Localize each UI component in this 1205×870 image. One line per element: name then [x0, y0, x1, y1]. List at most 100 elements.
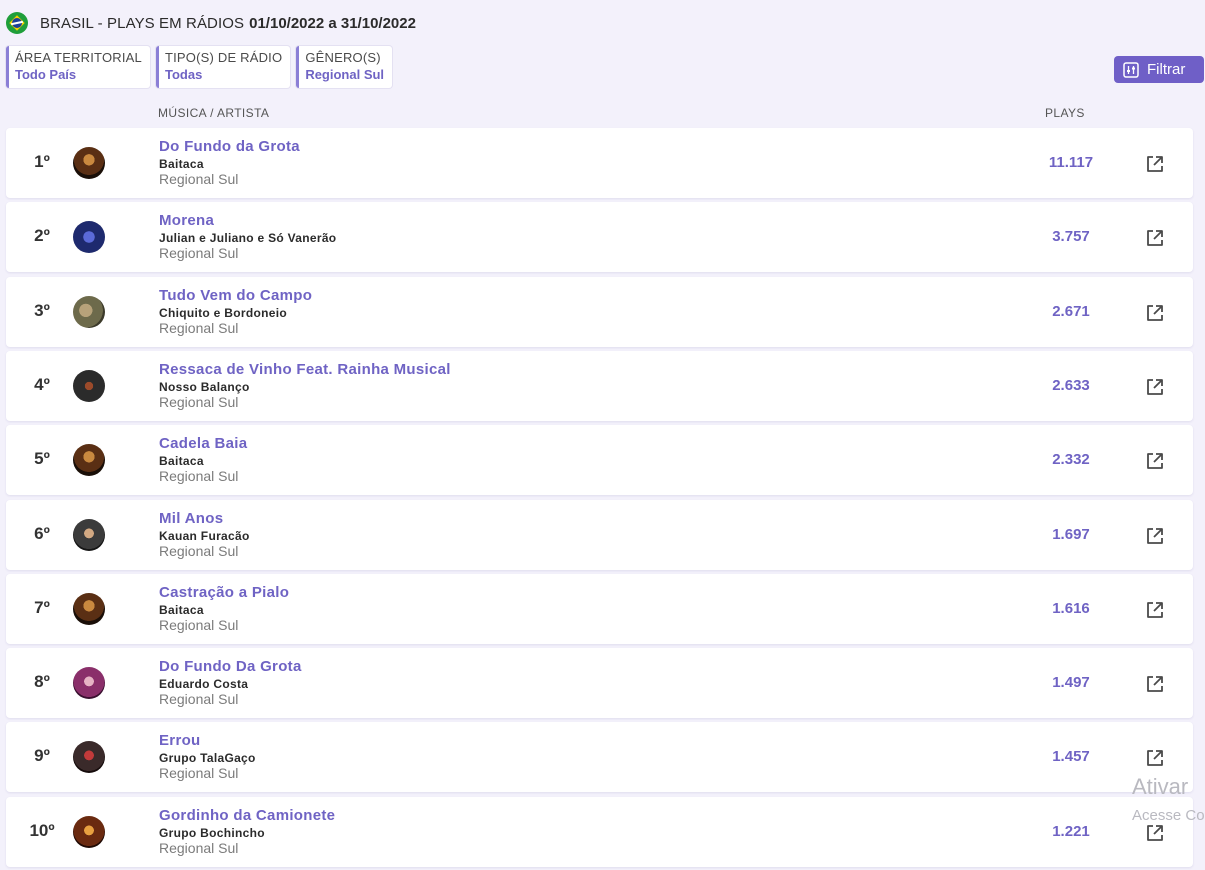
plays-count: 1.497: [1052, 674, 1090, 691]
filter-radio-type[interactable]: TIPO(S) DE RÁDIO Todas: [155, 46, 291, 88]
artist-avatar: [73, 370, 105, 402]
page-title: BRASIL - PLAYS EM RÁDIOS: [40, 14, 245, 32]
filter-label: TIPO(S) DE RÁDIO: [164, 50, 283, 65]
rank: 8º: [34, 672, 50, 691]
filter-value: Regional Sul: [305, 67, 385, 82]
song-title[interactable]: Castração a Pialo: [159, 584, 289, 601]
plays-count: 1.697: [1052, 526, 1090, 543]
artist-name: Chiquito e Bordoneio: [159, 306, 287, 320]
filter-bar: ÁREA TERRITORIAL Todo País TIPO(S) DE RÁ…: [6, 46, 393, 88]
windows-activation-watermark-sub: Acesse Co: [1132, 807, 1205, 824]
artist-name: Nosso Balanço: [159, 380, 250, 394]
genre-label: Regional Sul: [159, 765, 239, 781]
filter-button-label: Filtrar: [1147, 61, 1186, 78]
genre-label: Regional Sul: [159, 840, 239, 856]
plays-count: 2.633: [1052, 377, 1090, 394]
column-header-plays: PLAYS: [1045, 106, 1085, 120]
artist-name: Kauan Furacão: [159, 529, 250, 543]
song-title[interactable]: Cadela Baia: [159, 435, 247, 452]
song-title[interactable]: Do Fundo Da Grota: [159, 658, 302, 675]
date-range: 01/10/2022 a 31/10/2022: [249, 14, 416, 32]
genre-label: Regional Sul: [159, 617, 239, 633]
song-title[interactable]: Gordinho da Camionete: [159, 807, 335, 824]
artist-name: Julian e Juliano e Só Vanerão: [159, 231, 337, 245]
artist-avatar: [73, 444, 105, 476]
rank: 10º: [29, 821, 55, 840]
genre-label: Regional Sul: [159, 468, 239, 484]
external-link-icon[interactable]: [1145, 154, 1165, 174]
artist-avatar: [73, 741, 105, 773]
plays-count: 1.457: [1052, 748, 1090, 765]
rank: 4º: [34, 375, 50, 394]
filter-territorial-area[interactable]: ÁREA TERRITORIAL Todo País: [6, 46, 150, 88]
external-link-icon[interactable]: [1145, 600, 1165, 620]
song-title[interactable]: Do Fundo da Grota: [159, 138, 300, 155]
rank: 5º: [34, 449, 50, 468]
table-row: 2º Morena Julian e Juliano e Só Vanerão Reg…: [6, 202, 1193, 272]
sliders-icon: [1123, 61, 1139, 78]
external-link-icon[interactable]: [1145, 748, 1165, 768]
song-title[interactable]: Mil Anos: [159, 510, 223, 527]
song-title[interactable]: Tudo Vem do Campo: [159, 287, 312, 304]
filter-label: GÊNERO(S): [305, 50, 381, 65]
table-row: 3º Tudo Vem do Campo Chiquito e Bordoneio R…: [6, 277, 1193, 347]
genre-label: Regional Sul: [159, 394, 239, 410]
genre-label: Regional Sul: [159, 171, 239, 187]
rank: 1º: [34, 152, 50, 171]
artist-avatar: [73, 593, 105, 625]
table-row: 1º Do Fundo da Grota Baitaca Regional Sul 11…: [6, 128, 1193, 198]
table-row: 5º Cadela Baia Baitaca Regional Sul 2.332: [6, 425, 1193, 495]
rank: 3º: [34, 301, 50, 320]
external-link-icon[interactable]: [1145, 451, 1165, 471]
plays-count: 2.332: [1052, 451, 1090, 468]
artist-avatar: [73, 221, 105, 253]
plays-count: 11.117: [1048, 154, 1094, 171]
external-link-icon[interactable]: [1145, 228, 1165, 248]
rank: 9º: [34, 746, 50, 765]
table-row: 6º Mil Anos Kauan Furacão Regional Sul 1.697: [6, 500, 1193, 570]
table-row: 9º Errou Grupo TalaGaço Regional Sul 1.457: [6, 722, 1193, 792]
table-row: 8º Do Fundo Da Grota Eduardo Costa Regional…: [6, 648, 1193, 718]
genre-label: Regional Sul: [159, 320, 239, 336]
artist-name: Baitaca: [159, 603, 204, 617]
artist-avatar: [73, 816, 105, 848]
page-header: BRASIL - PLAYS EM RÁDIOS 01/10/2022 a 31…: [6, 11, 416, 35]
artist-name: Baitaca: [159, 157, 204, 171]
external-link-icon[interactable]: [1145, 674, 1165, 694]
filter-button[interactable]: Filtrar: [1114, 56, 1204, 83]
song-title[interactable]: Errou: [159, 732, 201, 749]
rank: 6º: [34, 524, 50, 543]
external-link-icon[interactable]: [1145, 526, 1165, 546]
artist-avatar: [73, 667, 105, 699]
artist-avatar: [73, 147, 105, 179]
table-row: 4º Ressaca de Vinho Feat. Rainha Musical N…: [6, 351, 1193, 421]
artist-avatar: [73, 296, 105, 328]
plays-count: 1.221: [1052, 823, 1090, 840]
plays-count: 1.616: [1052, 600, 1090, 617]
artist-avatar: [73, 519, 105, 551]
rank: 7º: [34, 598, 50, 617]
artist-name: Baitaca: [159, 454, 204, 468]
plays-count: 2.671: [1052, 303, 1090, 320]
artist-name: Grupo TalaGaço: [159, 751, 256, 765]
plays-count: 3.757: [1052, 228, 1090, 245]
genre-label: Regional Sul: [159, 691, 239, 707]
filter-genre[interactable]: GÊNERO(S) Regional Sul: [296, 46, 393, 88]
table-row: 7º Castração a Pialo Baitaca Regional Sul 1.…: [6, 574, 1193, 644]
external-link-icon[interactable]: [1145, 303, 1165, 323]
song-title[interactable]: Ressaca de Vinho Feat. Rainha Musical: [159, 361, 451, 378]
table-row: 10º Gordinho da Camionete Grupo Bochincho R…: [6, 797, 1193, 867]
rank: 2º: [34, 226, 50, 245]
filter-value: Todas: [164, 67, 203, 82]
song-title[interactable]: Morena: [159, 212, 214, 229]
artist-name: Eduardo Costa: [159, 677, 249, 691]
genre-label: Regional Sul: [159, 245, 239, 261]
artist-name: Grupo Bochincho: [159, 826, 265, 840]
column-header-song-artist: MÚSICA / ARTISTA: [158, 106, 270, 120]
brazil-flag-icon: [6, 12, 28, 34]
external-link-icon[interactable]: [1145, 377, 1165, 397]
filter-value: Todo País: [15, 67, 77, 82]
filter-label: ÁREA TERRITORIAL: [15, 50, 142, 65]
external-link-icon[interactable]: [1145, 823, 1165, 843]
windows-activation-watermark: Ativar: [1132, 774, 1189, 799]
